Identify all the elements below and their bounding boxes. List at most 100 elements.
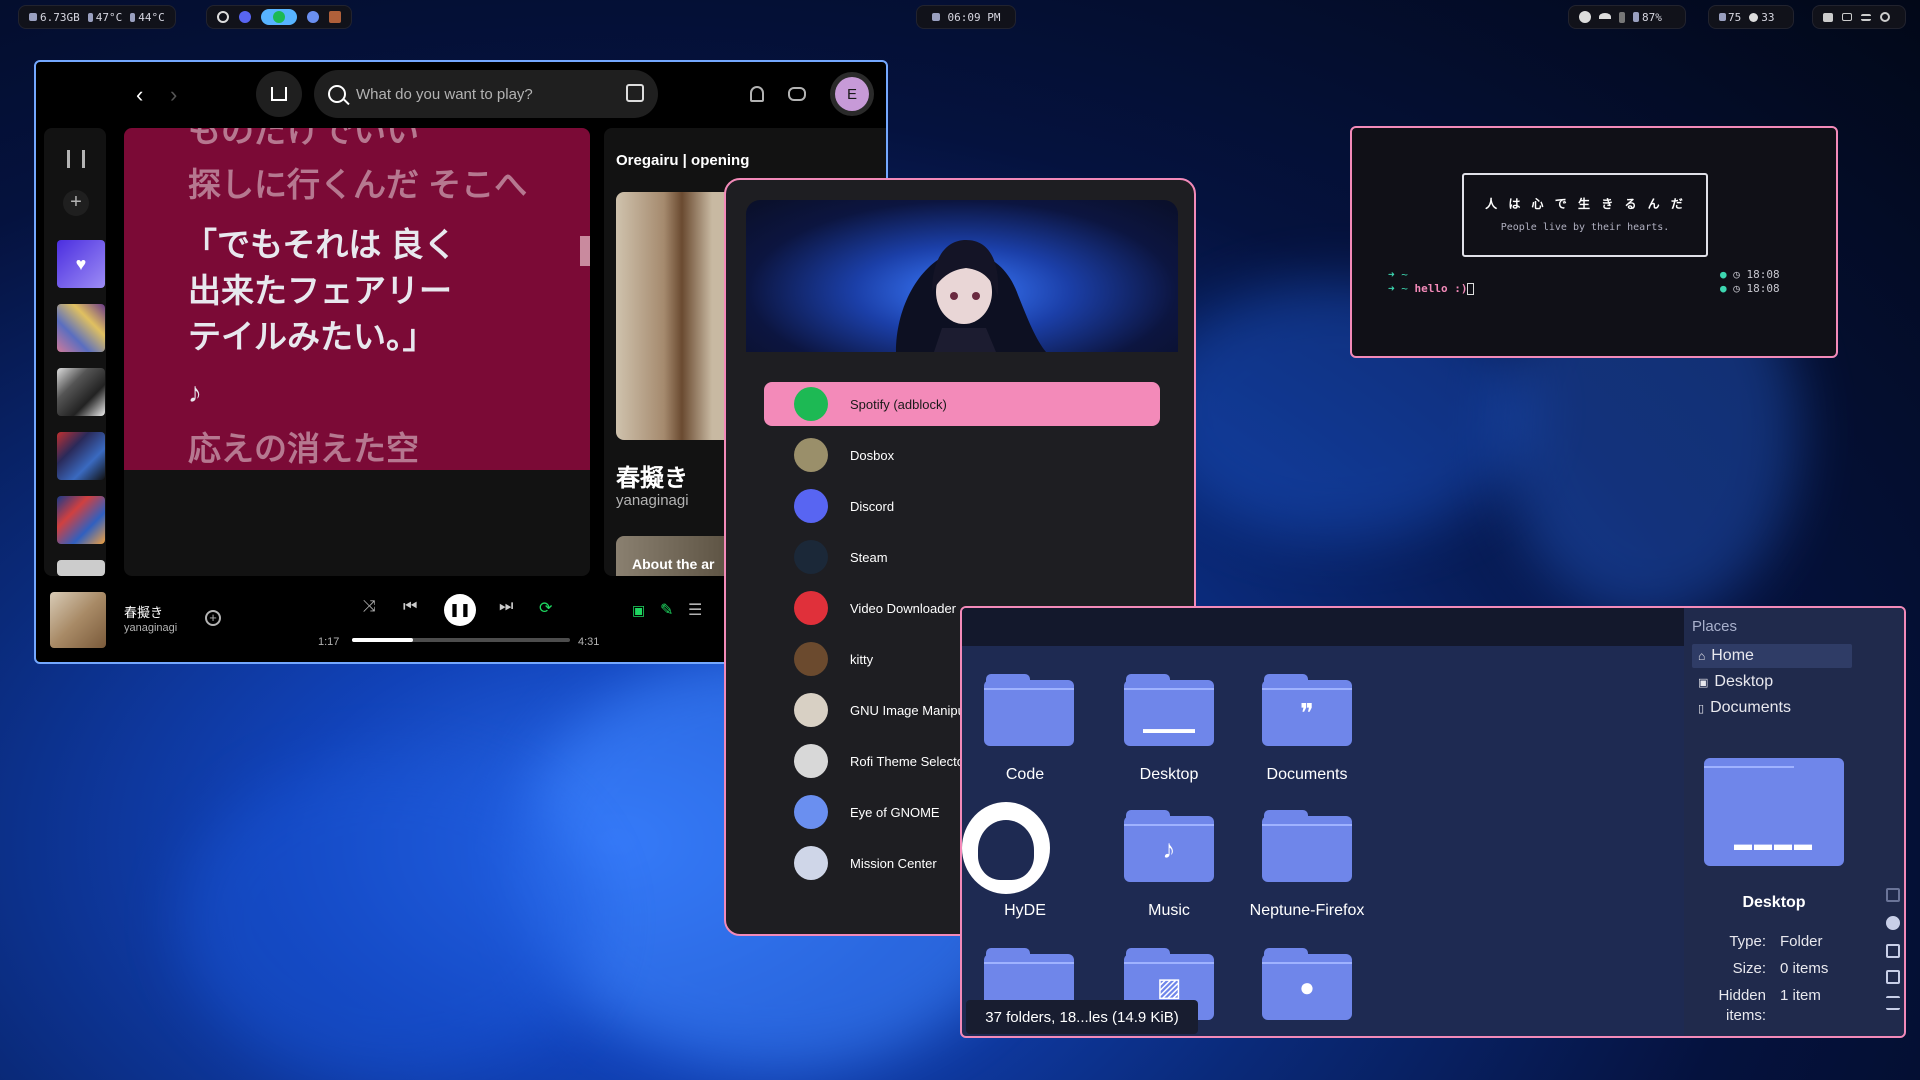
desktop-folder-icon[interactable]: ▬▬▬▬: [1124, 674, 1214, 746]
place-desktop[interactable]: ▣ Desktop: [1692, 670, 1852, 694]
search-bar[interactable]: What do you want to play?: [314, 70, 658, 118]
playlist-thumb[interactable]: [57, 368, 105, 416]
wifi-icon[interactable]: [1599, 13, 1611, 21]
playlist-thumb[interactable]: [57, 496, 105, 544]
folder-label[interactable]: HyDE: [962, 902, 1100, 920]
lyric-line[interactable]: ものだけでいい: [188, 128, 590, 154]
eog-icon[interactable]: [307, 11, 319, 23]
quote-english: People live by their hearts.: [1500, 222, 1670, 233]
folder-label[interactable]: Code: [962, 766, 1100, 784]
panel-song-title[interactable]: 春擬き: [616, 458, 688, 493]
active-workspace[interactable]: [261, 9, 297, 25]
forward-arrow-icon[interactable]: ›: [170, 82, 177, 108]
lyrics-icon[interactable]: ✎: [660, 600, 673, 620]
add-icon[interactable]: +: [63, 190, 89, 216]
clipboard-icon[interactable]: [1823, 12, 1833, 22]
launcher-item-label: Spotify (adblock): [850, 396, 947, 412]
info-icon[interactable]: [1886, 888, 1900, 902]
kitty-icon[interactable]: [329, 11, 341, 23]
library-icon[interactable]: [67, 150, 85, 168]
playlist-thumb[interactable]: [57, 432, 105, 480]
folder-icon[interactable]: [984, 674, 1074, 746]
liked-songs-thumb[interactable]: ♥: [57, 240, 105, 288]
folder-label[interactable]: Documents: [1232, 766, 1382, 784]
obs-icon[interactable]: [217, 11, 229, 23]
now-playing-view-icon[interactable]: ▣: [632, 602, 645, 619]
cursor: [1467, 283, 1475, 295]
home-icon: [271, 87, 287, 101]
album-thumb[interactable]: [50, 592, 106, 648]
folder-label[interactable]: Neptune-Firefox: [1232, 902, 1382, 920]
keyboard-icon[interactable]: [1842, 13, 1852, 21]
track-artist[interactable]: yanaginagi: [124, 622, 177, 634]
volume[interactable]: 75: [1719, 11, 1741, 24]
add-to-library-icon[interactable]: +: [205, 610, 221, 626]
folder-label[interactable]: Desktop: [1094, 766, 1244, 784]
eye-icon[interactable]: [1886, 916, 1900, 930]
cpu-temp: 47°C: [87, 11, 122, 24]
home-button[interactable]: [256, 71, 302, 117]
launcher-item[interactable]: Dosbox: [764, 433, 1160, 477]
clock[interactable]: 06:09 PM: [916, 5, 1016, 29]
new-folder-icon[interactable]: [1886, 944, 1900, 958]
battery[interactable]: 87%: [1633, 11, 1662, 24]
thermometer-icon: [87, 12, 93, 22]
shuffle-icon[interactable]: ⤨: [363, 598, 376, 616]
back-arrow-icon[interactable]: ‹: [136, 82, 143, 108]
folder-label[interactable]: Music: [1094, 902, 1244, 920]
browse-icon[interactable]: [626, 84, 644, 102]
bell-icon[interactable]: [750, 86, 764, 102]
next-icon[interactable]: ⏭: [499, 598, 513, 616]
split-view-icon[interactable]: [1886, 970, 1900, 984]
documents-folder-icon[interactable]: ❞: [1262, 674, 1352, 746]
discord-tray-icon[interactable]: [1579, 11, 1591, 23]
user-folder-icon[interactable]: ●: [1262, 948, 1352, 1020]
folder-icon[interactable]: [1262, 810, 1352, 882]
friends-icon[interactable]: [788, 87, 806, 101]
elapsed-time: 1:17: [318, 636, 340, 648]
profile-button[interactable]: E: [830, 72, 874, 116]
status-bar: 37 folders, 18...les (14.9 KiB): [966, 1000, 1198, 1034]
launcher-item[interactable]: Discord: [764, 484, 1160, 528]
gpu-temp: 44°C: [130, 11, 165, 24]
top-bar: 6.73GB 47°C 44°C 06:09 PM 87% 75 33: [0, 0, 1920, 34]
duration: 4:31: [578, 636, 600, 648]
github-icon[interactable]: [962, 802, 1050, 894]
queue-icon[interactable]: ☰: [688, 600, 702, 620]
progress-bar[interactable]: [352, 638, 570, 642]
search-icon: [328, 85, 346, 103]
launcher-item-label: Steam: [850, 549, 888, 565]
context-title[interactable]: Oregairu | opening: [616, 152, 749, 169]
search-input[interactable]: What do you want to play?: [356, 86, 533, 103]
lyric-line-active[interactable]: ♪: [188, 370, 590, 416]
repeat-icon[interactable]: ⟳: [539, 598, 552, 618]
previous-icon[interactable]: ⏮: [403, 598, 417, 616]
menu-icon[interactable]: [1861, 13, 1871, 21]
pause-button[interactable]: ❚❚: [444, 594, 476, 626]
home-icon: ⌂: [1698, 649, 1706, 663]
quote-box: 人 は 心 で 生 き る ん だ People live by their h…: [1462, 173, 1708, 257]
launcher-item[interactable]: Spotify (adblock): [764, 382, 1160, 426]
lyric-line[interactable]: 応えの消えた空: [188, 426, 590, 470]
discord-icon[interactable]: [239, 11, 251, 23]
about-artist[interactable]: About the ar: [616, 536, 736, 576]
brightness[interactable]: 33: [1749, 11, 1775, 24]
scrollbar[interactable]: [580, 236, 590, 266]
power-icon[interactable]: [1880, 12, 1890, 22]
prompt-line[interactable]: ➜ ~ hello :): [1388, 282, 1475, 295]
panel-artist[interactable]: yanaginagi: [616, 492, 689, 509]
launcher-item[interactable]: Steam: [764, 535, 1160, 579]
place-documents[interactable]: ▯ Documents: [1692, 696, 1852, 720]
playlist-thumb[interactable]: [57, 560, 105, 576]
track-title[interactable]: 春擬き: [124, 602, 163, 621]
lyric-line-active[interactable]: テイルみたい。」: [188, 314, 590, 360]
playlist-thumb[interactable]: [57, 304, 105, 352]
anime-character-image: [896, 240, 1046, 352]
list-view-icon[interactable]: [1886, 996, 1900, 1010]
lyric-line-active[interactable]: 「でもそれは 良く: [184, 222, 590, 268]
bluetooth-icon[interactable]: [1619, 11, 1625, 23]
music-folder-icon[interactable]: ♪: [1124, 810, 1214, 882]
place-home[interactable]: ⌂ Home: [1692, 644, 1852, 668]
lyric-line[interactable]: 探しに行くんだ そこへ: [188, 162, 590, 208]
lyric-line-active[interactable]: 出来たフェアリー: [188, 268, 590, 314]
